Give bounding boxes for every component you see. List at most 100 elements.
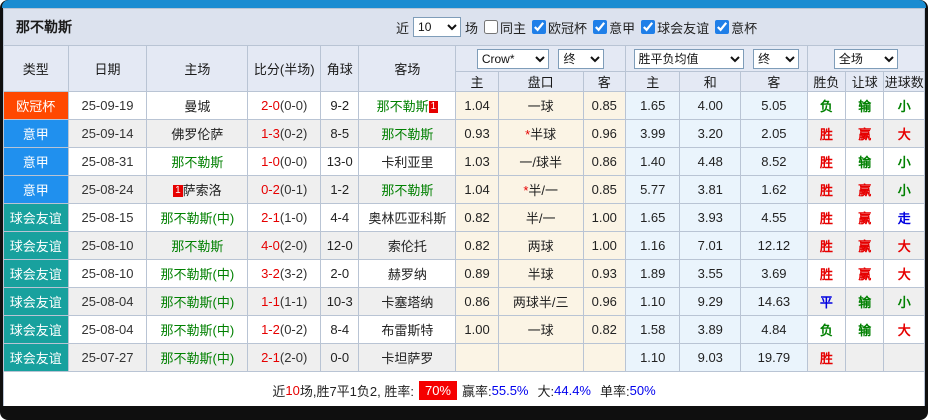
asian-handicap-cell: 半球 (497, 259, 584, 288)
col-asian-handicap: 盘口 (497, 71, 584, 92)
match-count-select[interactable]: 10 (413, 17, 462, 37)
over-rate-label: 大: (537, 384, 555, 399)
col-home: 主场 (146, 45, 249, 92)
match-date-cell: 25-08-10 (67, 231, 148, 260)
match-date-cell: 25-09-19 (67, 91, 148, 120)
goals-result-cell: 大 (883, 231, 925, 260)
corners-cell: 2-0 (320, 259, 360, 288)
halftime-score: (0-2) (279, 126, 308, 141)
euro-draw-odds-cell: 3.55 (679, 259, 742, 288)
match-date-cell: 25-08-04 (67, 287, 148, 316)
home-team-name: 佛罗伦萨 (171, 127, 224, 142)
filter-checkbox-ucl[interactable] (532, 20, 547, 34)
euro-time-select[interactable]: 终 (753, 48, 800, 69)
match-type-cell: 球会友谊 (3, 343, 69, 372)
euro-draw-odds-cell: 9.03 (679, 343, 742, 372)
filter-label-seriea: 意甲 (609, 20, 636, 36)
asian-home-odds-cell: 0.82 (455, 231, 499, 260)
corners-cell: 10-3 (320, 287, 360, 316)
asian-home-odds-cell: 1.04 (455, 175, 499, 204)
table-row: 意甲 25-08-24 1 萨索洛 0-2(0-1) 1-2 那不勒斯 1.04 … (3, 175, 925, 204)
col-euro-draw: 和 (679, 71, 742, 92)
score-cell: 3-2(3-2) (247, 259, 322, 288)
home-team-name: 那不勒斯(中) (160, 211, 235, 226)
match-date-cell: 25-08-31 (67, 147, 148, 176)
col-result: 胜负 (806, 71, 847, 92)
filter-checkbox-coppa[interactable] (715, 20, 730, 34)
away-team-cell: 卡塞塔纳 (358, 287, 457, 316)
away-team-cell: 那不勒斯 (358, 119, 457, 148)
asian-handicap-cell: 一球 (497, 315, 584, 344)
handicap-text: 两球 (527, 239, 554, 254)
halftime-score: (1-0) (279, 210, 308, 225)
result-cell: 胜 (806, 259, 847, 288)
goals-result-cell: 大 (883, 315, 925, 344)
fulltime-score: 1-1 (261, 294, 280, 309)
halftime-score: (1-1) (279, 294, 308, 309)
filter-label-coppa: 意杯 (731, 20, 758, 36)
asian-home-odds-cell (455, 343, 499, 372)
match-type-cell: 意甲 (3, 119, 69, 148)
euro-away-odds-cell: 5.05 (740, 91, 808, 120)
col-goals-result: 进球数 (883, 71, 925, 92)
col-type: 类型 (3, 45, 69, 92)
result-cell: 胜 (806, 343, 847, 372)
euro-away-odds-cell: 12.12 (740, 231, 808, 260)
halftime-score: (0-2) (279, 322, 308, 337)
asian-home-odds-cell: 0.89 (455, 259, 499, 288)
col-asian-home: 主 (455, 71, 499, 92)
table-row: 球会友谊 25-08-04 那不勒斯(中) 1-1(1-1) 10-3 卡塞塔纳… (3, 287, 925, 316)
filter-checkbox-friendly[interactable] (641, 20, 656, 34)
euro-draw-odds-cell: 4.00 (679, 91, 742, 120)
goals-result-cell (883, 343, 925, 372)
asian-time-select[interactable]: 终 (558, 48, 605, 69)
result-cell: 胜 (806, 203, 847, 232)
euro-home-odds-cell: 1.58 (624, 315, 681, 344)
away-team-cell: 那不勒斯 1 (358, 91, 457, 120)
asian-company-select[interactable]: Crow* (476, 48, 549, 69)
col-euro-home: 主 (624, 71, 681, 92)
asian-home-odds-cell: 0.86 (455, 287, 499, 316)
handicap-rate-label: 赢率: (462, 384, 492, 399)
handicap-text: 半球 (527, 267, 554, 282)
table-row: 球会友谊 25-07-27 那不勒斯(中) 2-1(2-0) 0-0 卡坦萨罗 … (3, 343, 925, 372)
match-type-cell: 球会友谊 (3, 231, 69, 260)
handicap-result-cell: 赢 (845, 259, 885, 288)
asian-handicap-cell: 半/一 (497, 203, 584, 232)
col-corners: 角球 (320, 45, 360, 92)
filter-checkbox-seriea[interactable] (593, 20, 608, 34)
score-cell: 2-1(1-0) (247, 203, 322, 232)
result-cell: 平 (806, 287, 847, 316)
away-team-name: 索伦托 (387, 239, 427, 254)
euro-home-odds-cell: 1.40 (624, 147, 681, 176)
euro-odds-controls: 胜平负均值 终 (624, 45, 808, 72)
score-cell: 4-0(2-0) (247, 231, 322, 260)
home-team-name: 曼城 (184, 99, 211, 114)
away-team-cell: 那不勒斯 (358, 175, 457, 204)
win-rate-badge: 70% (418, 381, 457, 400)
goals-result-cell: 小 (883, 147, 925, 176)
col-handicap-result: 让球 (845, 71, 885, 92)
goals-result-cell: 大 (883, 119, 925, 148)
euro-home-odds-cell: 5.77 (624, 175, 681, 204)
euro-away-odds-cell: 4.84 (740, 315, 808, 344)
fulltime-score: 2-1 (261, 210, 280, 225)
goals-result-cell: 小 (883, 287, 925, 316)
euro-company-select[interactable]: 胜平负均值 (633, 48, 744, 69)
scope-select[interactable]: 全场 (833, 48, 898, 69)
asian-away-odds-cell: 0.86 (582, 147, 626, 176)
home-team-name: 那不勒斯(中) (160, 323, 235, 338)
asian-away-odds-cell: 0.85 (582, 91, 626, 120)
home-team-cell: 1 萨索洛 (146, 175, 249, 204)
filter-controls: 近 10 场 同主 欧冠杯 意甲 球会友谊 意杯 (396, 9, 757, 45)
away-team-cell: 赫罗纳 (358, 259, 457, 288)
euro-away-odds-cell: 1.62 (740, 175, 808, 204)
table-row: 球会友谊 25-08-04 那不勒斯(中) 1-2(0-2) 8-4 布雷斯特 … (3, 315, 925, 344)
asian-home-odds-cell: 1.03 (455, 147, 499, 176)
home-team-name: 那不勒斯(中) (160, 295, 235, 310)
match-type-cell: 球会友谊 (3, 259, 69, 288)
same-home-checkbox[interactable] (484, 20, 499, 34)
asian-handicap-cell (497, 343, 584, 372)
handicap-text: 两球半/三 (512, 295, 569, 310)
score-cell: 1-2(0-2) (247, 315, 322, 344)
